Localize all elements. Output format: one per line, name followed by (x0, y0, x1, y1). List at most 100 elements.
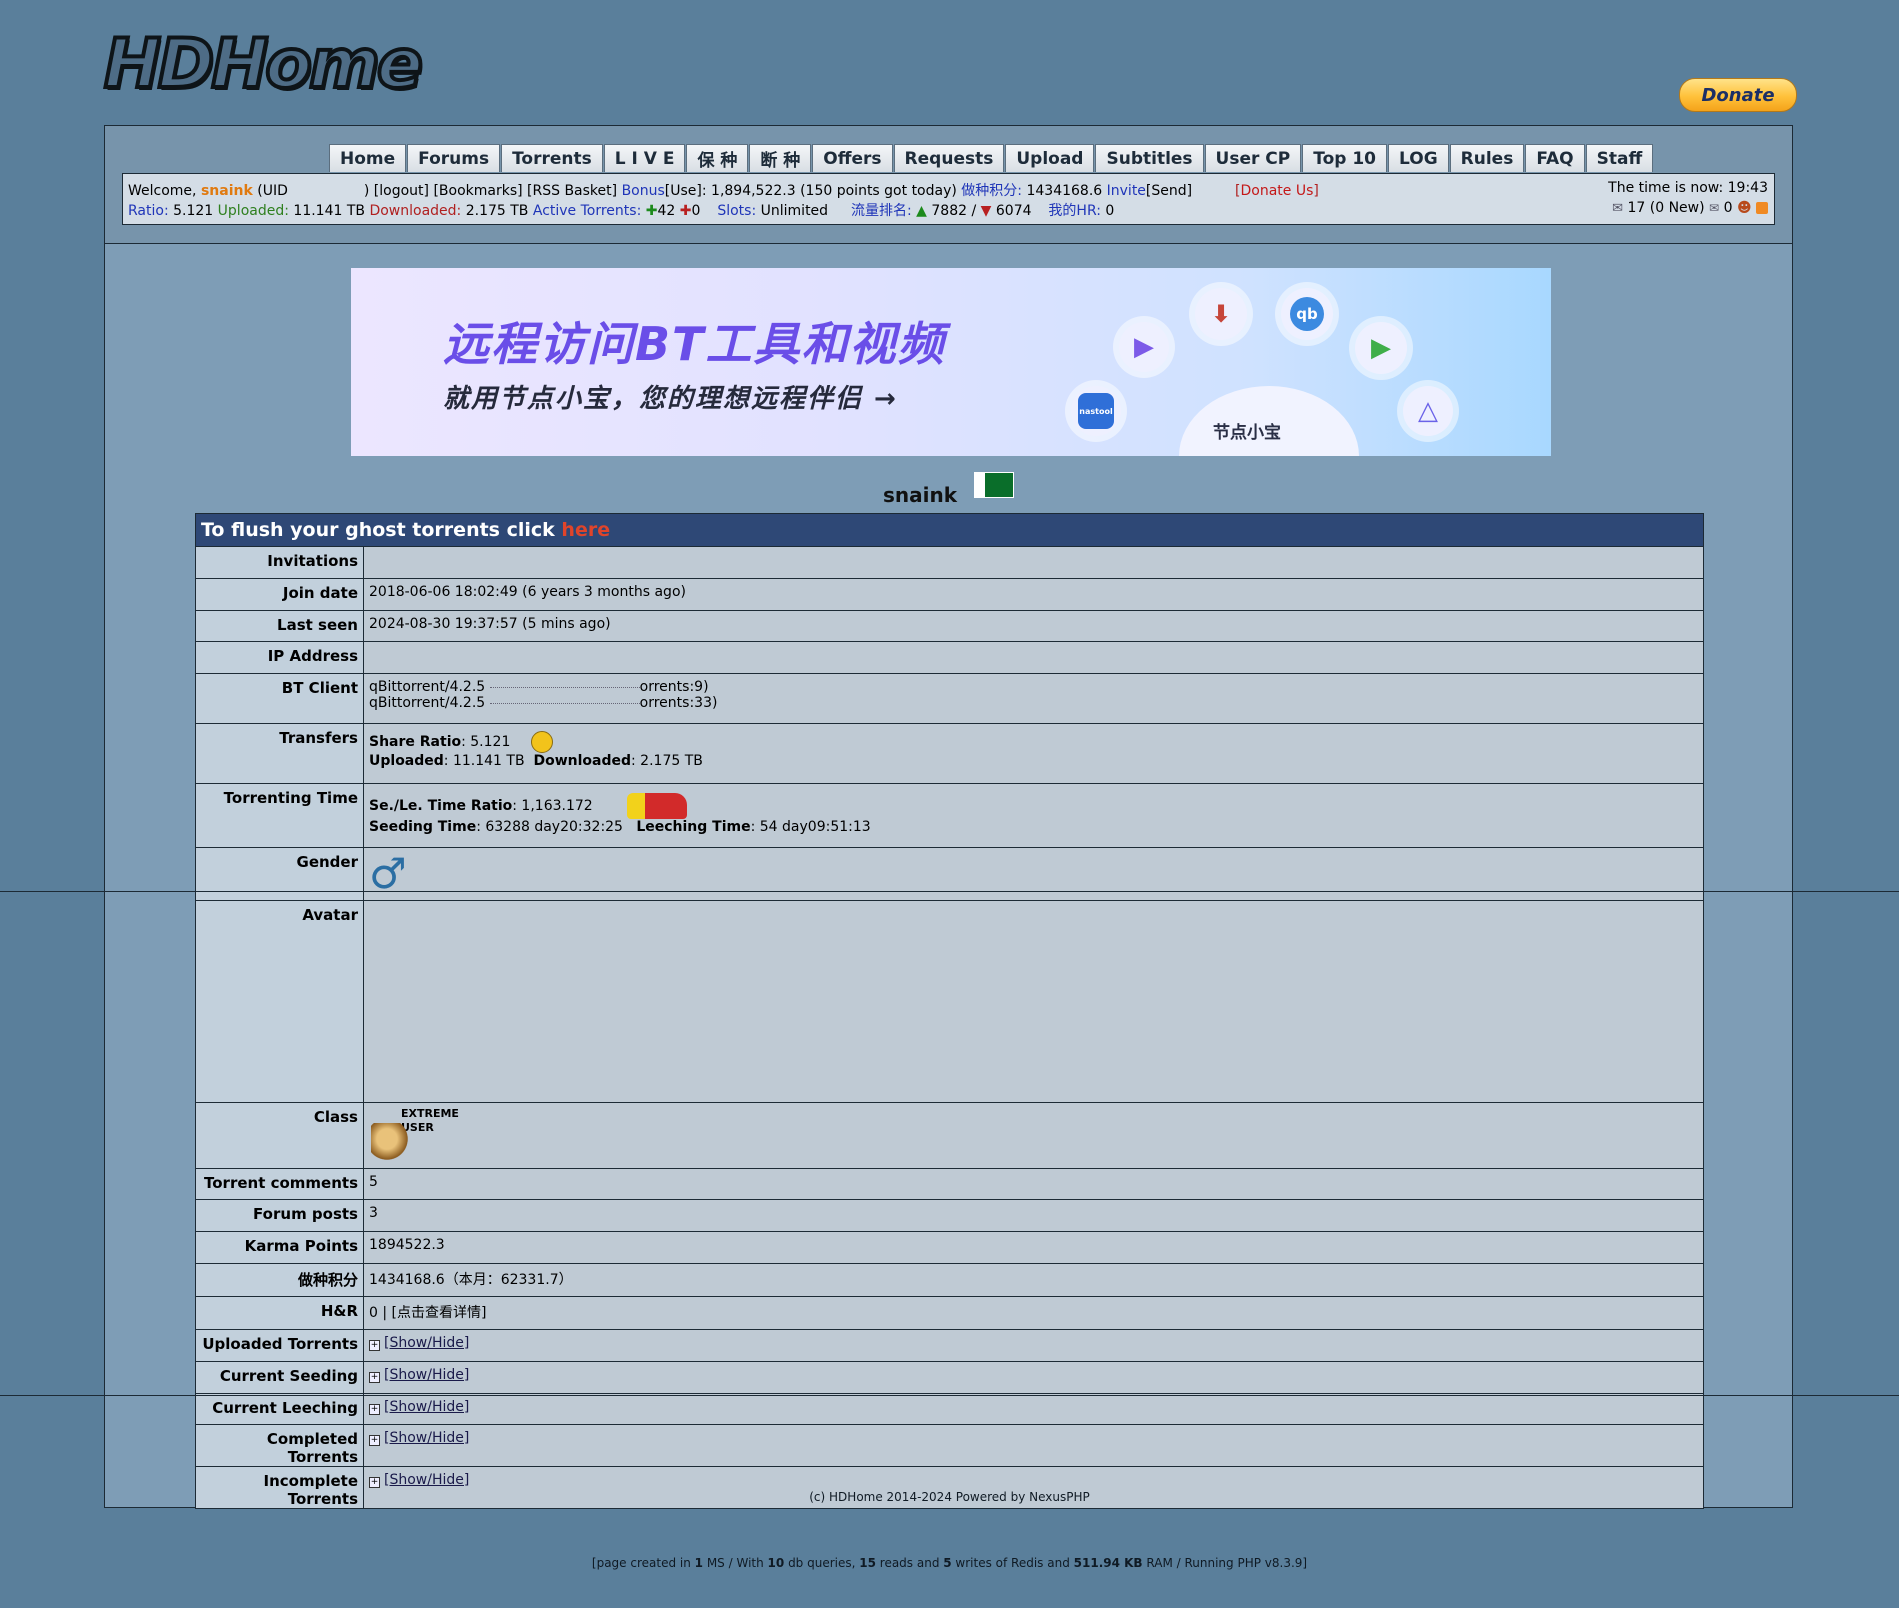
flush-ghost-cell: To flush your ghost torrents click here (195, 513, 1704, 547)
share-ratio-line: Share Ratio: 5.121 (369, 731, 1698, 753)
flush-here-link[interactable]: here (561, 519, 610, 541)
nav-faq[interactable]: FAQ (1525, 144, 1585, 172)
flush-text: To flush your ghost torrents click (201, 519, 555, 541)
row-value: ♂ (363, 847, 1704, 901)
donate-button[interactable]: Donate (1679, 78, 1797, 112)
row-value: 1434168.6（本月：62331.7） (363, 1263, 1704, 1297)
row-label: Karma Points (195, 1231, 364, 1264)
ad-banner[interactable]: 远程访问BT工具和视频 就用节点小宝，您的理想远程伴侣 → 节点小宝 nasto… (351, 268, 1551, 456)
nav-home[interactable]: Home (329, 144, 407, 172)
welcome-text: Welcome, (128, 183, 197, 199)
row-bt-client: BT Client qBittorrent/4.2.5 orrents:9) q… (195, 673, 1704, 724)
row-label: 做种积分 (195, 1263, 364, 1297)
logout-link[interactable]: [logout] (374, 183, 429, 199)
inbox-icon[interactable]: ✉ (1612, 201, 1623, 216)
row-label: Invitations (195, 546, 364, 579)
info-right-icons: ✉ 17 (0 New) ✉ 0 ☻ (1612, 200, 1768, 216)
row-uploaded-torrents: Uploaded Torrents + [Show/Hide] (195, 1329, 1704, 1362)
nastool-label: nastool (1078, 393, 1114, 429)
row-gender: Gender ♂ (195, 847, 1704, 901)
time-ratio-line: Se./Le. Time Ratio: 1,163.172 (369, 793, 1698, 819)
footer-stats-text: writes of Redis and (951, 1556, 1074, 1570)
nav-log[interactable]: LOG (1388, 144, 1449, 172)
nav-requests[interactable]: Requests (893, 144, 1005, 172)
nav-torrents[interactable]: Torrents (501, 144, 603, 172)
expand-icon[interactable]: + (369, 1372, 380, 1383)
rss-icon[interactable] (1756, 202, 1768, 214)
share-ratio-label: Share Ratio (369, 734, 462, 750)
sent-messages-icon[interactable]: ✉ (1709, 201, 1719, 215)
leeching-time-label: Leeching Time (636, 819, 751, 835)
row-transfers: Transfers Share Ratio: 5.121 Uploaded: 1… (195, 723, 1704, 784)
nav-upload[interactable]: Upload (1005, 144, 1095, 172)
footer-stats: [page created in 1 MS / With 10 db queri… (0, 1556, 1899, 1570)
expand-icon[interactable]: + (369, 1435, 380, 1446)
footer-writes: 5 (943, 1556, 952, 1570)
username-link[interactable]: snaink (201, 183, 253, 199)
nav-subtitles[interactable]: Subtitles (1095, 144, 1204, 172)
row-label: H&R (195, 1296, 364, 1330)
rss-basket-link[interactable]: [RSS Basket] (527, 183, 617, 199)
expand-icon[interactable]: + (369, 1477, 380, 1488)
ratio-label: Ratio: (128, 203, 169, 219)
active-up-count[interactable]: 42 (658, 203, 676, 219)
nav-staff[interactable]: Staff (1585, 144, 1654, 172)
nav-keep-seed[interactable]: 保 种 (686, 144, 749, 172)
top-area: Home Forums Torrents L I V E 保 种 断 种 Off… (105, 126, 1792, 244)
hr-label[interactable]: 我的HR: (1048, 203, 1101, 219)
triangle-icon: △ (1403, 386, 1453, 436)
expand-icon[interactable]: + (369, 1340, 380, 1351)
row-torrenting-time: Torrenting Time Se./Le. Time Ratio: 1,16… (195, 783, 1704, 848)
row-ip-address: IP Address (195, 641, 1704, 674)
rank-up-value: 7882 (931, 203, 968, 219)
row-value: 2024-08-30 19:37:57 (5 mins ago) (363, 610, 1704, 642)
friends-count[interactable]: 0 (1724, 200, 1733, 216)
row-class: Class EXTREME USER (195, 1102, 1704, 1169)
bookmarks-link[interactable]: [Bookmarks] (433, 183, 522, 199)
slots-label: Slots: (717, 203, 757, 219)
downloaded-value: : 2.175 TB (631, 753, 703, 769)
nav-forums[interactable]: Forums (407, 144, 501, 172)
nav-offers[interactable]: Offers (812, 144, 893, 172)
friends-icon[interactable]: ☻ (1737, 200, 1752, 216)
row-current-seeding: Current Seeding + [Show/Hide] (195, 1361, 1704, 1394)
nav-dead-seed[interactable]: 断 种 (749, 144, 812, 172)
show-hide-link[interactable]: [Show/Hide] (384, 1367, 469, 1383)
nav-user-cp[interactable]: User CP (1204, 144, 1302, 172)
bonus-label[interactable]: Bonus (622, 183, 665, 199)
row-join-date: Join date 2018-06-06 18:02:49 (6 years 3… (195, 578, 1704, 611)
invite-link[interactable]: Invite (1107, 183, 1146, 199)
uid-close: ) (363, 183, 370, 199)
rank-up-icon: ▲ (916, 203, 927, 219)
hr-details-link[interactable]: 0 | [点击查看详情] (363, 1296, 1704, 1330)
row-value: 5 (363, 1168, 1704, 1200)
show-hide-link[interactable]: [Show/Hide] (384, 1430, 469, 1446)
nav-top-10[interactable]: Top 10 (1302, 144, 1388, 172)
invite-send-link[interactable]: [Send] (1146, 183, 1192, 199)
bonus-use-link[interactable]: [Use]: (665, 183, 707, 199)
footer-stats-text: RAM / Running PHP v8.3.9] (1142, 1556, 1308, 1570)
uploaded-value: : 11.141 TB (443, 753, 525, 769)
nastool-icon: nastool (1071, 386, 1121, 436)
show-hide-link[interactable]: [Show/Hide] (384, 1399, 469, 1415)
downloaded-label: Downloaded (533, 753, 632, 769)
qb-label: qb (1290, 297, 1324, 331)
row-forum-posts: Forum posts 3 (195, 1199, 1704, 1232)
active-down-count[interactable]: 0 (692, 203, 701, 219)
expand-icon[interactable]: + (369, 1404, 380, 1415)
bt-client-line: qBittorrent/4.2.5 orrents:33) (369, 695, 1698, 711)
show-hide-link[interactable]: [Show/Hide] (384, 1335, 469, 1351)
downloaded-label: Downloaded: (369, 203, 462, 219)
row-value: 1894522.3 (363, 1231, 1704, 1264)
show-hide-link[interactable]: [Show/Hide] (384, 1472, 469, 1488)
donate-us-link[interactable]: Donate Us (1240, 183, 1313, 199)
row-label: BT Client (195, 673, 364, 724)
site-logo[interactable]: HDHome (102, 28, 425, 102)
downloaded-value: 2.175 TB (465, 203, 529, 219)
seam-line (0, 891, 1899, 892)
nav-live[interactable]: L I V E (603, 144, 686, 172)
download-icon: ⬇ (1195, 288, 1247, 340)
hr-value: 0 (1105, 203, 1115, 219)
nav-rules[interactable]: Rules (1449, 144, 1525, 172)
messages-count[interactable]: 17 (0 New) (1628, 200, 1705, 216)
